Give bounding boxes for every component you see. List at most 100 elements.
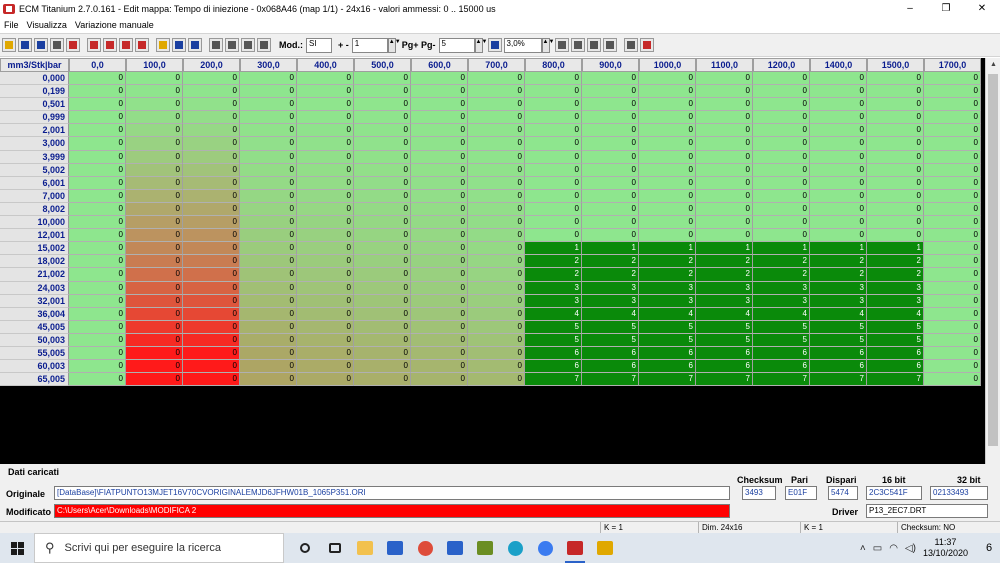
map-cell[interactable]: 5 (810, 333, 867, 347)
map-cell[interactable]: 0 (240, 294, 297, 308)
map-cell[interactable]: 3 (639, 294, 696, 308)
map-cell[interactable]: 0 (126, 216, 183, 230)
map-cell[interactable]: 2 (639, 255, 696, 269)
map-cell[interactable]: 0 (126, 346, 183, 361)
plusminus-stepper[interactable]: ▲▼ (387, 37, 401, 53)
row-header[interactable]: 0,000 (0, 72, 69, 86)
row-header[interactable]: 32,001 (0, 294, 69, 308)
map-cell[interactable]: 6 (639, 346, 696, 361)
map-cell[interactable]: 0 (183, 294, 240, 308)
map-cell[interactable]: 4 (867, 307, 924, 321)
map-cell[interactable]: 0 (924, 294, 981, 308)
map-cell[interactable]: 0 (183, 268, 240, 282)
map-cell[interactable]: 0 (297, 202, 354, 217)
map-cell[interactable]: 0 (753, 72, 810, 86)
map-cell[interactable]: 0 (525, 216, 582, 230)
map-cell[interactable]: 0 (411, 216, 468, 230)
map-cell[interactable]: 0 (240, 360, 297, 374)
map-cell[interactable]: 2 (867, 268, 924, 282)
map-cell[interactable]: 0 (297, 229, 354, 243)
map-cell[interactable]: 0 (297, 255, 354, 269)
map-cell[interactable]: 0 (924, 111, 981, 125)
map-cell[interactable]: 0 (810, 202, 867, 217)
map-cell[interactable]: 0 (924, 176, 981, 190)
map-cell[interactable]: 0 (183, 137, 240, 151)
chart-icon[interactable] (50, 38, 64, 52)
row-header[interactable]: 10,000 (0, 216, 69, 230)
map-cell[interactable]: 0 (126, 268, 183, 282)
map-cell[interactable]: 0 (69, 268, 126, 282)
map-cell[interactable]: 0 (582, 124, 639, 138)
chrome-icon[interactable] (410, 533, 440, 563)
map-cell[interactable]: 0 (297, 163, 354, 177)
map-cell[interactable]: 0 (468, 294, 525, 308)
map-cell[interactable]: 0 (411, 281, 468, 295)
map-cell[interactable]: 0 (810, 111, 867, 125)
map-cell[interactable]: 5 (582, 333, 639, 347)
map-cell[interactable]: 3 (696, 281, 753, 295)
row-header[interactable]: 0,999 (0, 111, 69, 125)
map-cell[interactable]: 0 (810, 85, 867, 99)
map-cell[interactable]: 0 (525, 137, 582, 151)
map-cell[interactable]: 0 (639, 72, 696, 86)
map-cell[interactable]: 0 (69, 294, 126, 308)
map-cell[interactable]: 0 (696, 229, 753, 243)
map-cell[interactable]: 5 (525, 333, 582, 347)
map-cell[interactable]: 5 (582, 320, 639, 334)
map-cell[interactable]: 0 (582, 189, 639, 203)
map-cell[interactable]: 0 (69, 111, 126, 125)
map-cell[interactable]: 0 (240, 320, 297, 334)
map-cell[interactable]: 0 (354, 229, 411, 243)
map-cell[interactable]: 0 (126, 229, 183, 243)
map-cell[interactable]: 1 (753, 242, 810, 256)
map-cell[interactable]: 0 (867, 216, 924, 230)
map-cell[interactable]: 0 (639, 98, 696, 112)
map-cell[interactable]: 0 (924, 307, 981, 321)
map-cell[interactable]: 0 (924, 85, 981, 99)
map-cell[interactable]: 0 (297, 320, 354, 334)
map-cell[interactable]: 5 (639, 320, 696, 334)
map-cell[interactable]: 0 (582, 176, 639, 190)
map-cell[interactable]: 0 (696, 111, 753, 125)
map-cell[interactable]: 5 (867, 333, 924, 347)
map-cell[interactable]: 0 (354, 176, 411, 190)
maximize-button[interactable]: ❐ (928, 0, 964, 17)
map-cell[interactable]: 0 (582, 111, 639, 125)
map-cell[interactable]: 0 (468, 98, 525, 112)
column-header[interactable]: 100,0 (126, 58, 183, 72)
map-cell[interactable]: 0 (867, 98, 924, 112)
map-cell[interactable]: 0 (126, 281, 183, 295)
k-app-icon[interactable] (590, 533, 620, 563)
layout-1-icon[interactable] (209, 38, 223, 52)
map-cell[interactable]: 0 (240, 307, 297, 321)
map-cell[interactable]: 0 (582, 216, 639, 230)
map-cell[interactable]: 0 (639, 202, 696, 217)
map-cell[interactable]: 0 (924, 346, 981, 361)
map-cell[interactable]: 0 (525, 124, 582, 138)
map-cell[interactable]: 2 (696, 255, 753, 269)
save-icon[interactable] (172, 38, 186, 52)
percent-field[interactable]: 3,0% (503, 37, 542, 53)
edge-icon[interactable] (500, 533, 530, 563)
map-cell[interactable]: 0 (297, 307, 354, 321)
map-cell[interactable]: 0 (525, 229, 582, 243)
map-cell[interactable]: 0 (411, 124, 468, 138)
map-cell[interactable]: 0 (126, 163, 183, 177)
row-header[interactable]: 18,002 (0, 255, 69, 269)
map-cell[interactable]: 1 (525, 242, 582, 256)
layout-3-icon[interactable] (241, 38, 255, 52)
map-cell[interactable]: 1 (867, 242, 924, 256)
map-cell[interactable]: 0 (183, 111, 240, 125)
map-cell[interactable]: 0 (468, 268, 525, 282)
map-cell[interactable]: 0 (639, 176, 696, 190)
map-cell[interactable]: 0 (354, 124, 411, 138)
map-cell[interactable]: 0 (468, 242, 525, 256)
map-cell[interactable]: 3 (753, 294, 810, 308)
map-cell[interactable]: 2 (810, 268, 867, 282)
map-cell[interactable]: 0 (240, 137, 297, 151)
map-cell[interactable]: 0 (183, 307, 240, 321)
row-header[interactable]: 45,005 (0, 320, 69, 334)
map-cell[interactable]: 0 (753, 202, 810, 217)
map-cell[interactable]: 6 (525, 360, 582, 374)
map-cell[interactable]: 0 (468, 320, 525, 334)
